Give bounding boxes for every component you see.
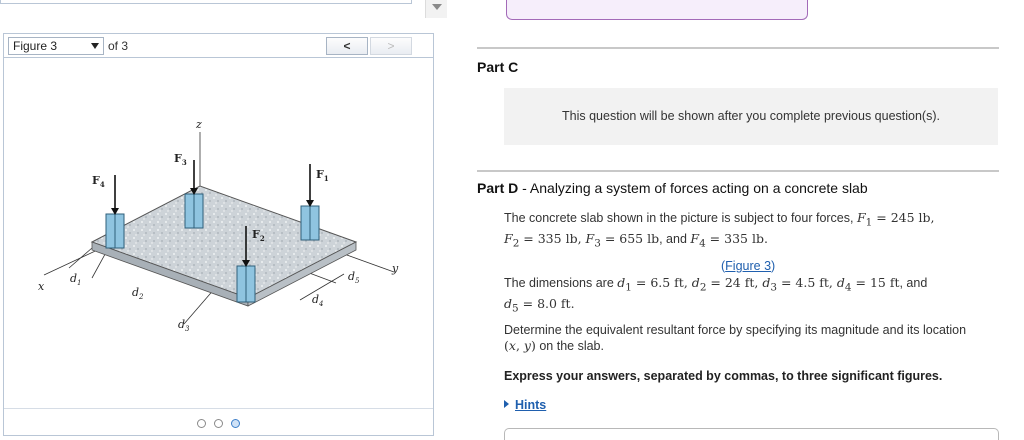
figure-panel-top-edge [0, 0, 412, 4]
f3-label: F3 [174, 152, 187, 167]
chevron-down-icon [432, 4, 442, 10]
slab-top-surface [90, 185, 358, 299]
scrollbar-down-button[interactable] [425, 0, 447, 18]
answer-instruction: Express your answers, separated by comma… [504, 369, 943, 383]
page-dot-2[interactable] [214, 419, 223, 428]
part-c-title: Part C [477, 59, 519, 75]
part-c-divider [477, 47, 999, 49]
figure-panel: Figure 3 of 3 < > z x y F4 F3 F1 F2 d1 d… [3, 33, 434, 436]
f1-label: F1 [316, 168, 329, 183]
figure-toolbar: Figure 3 of 3 < > [4, 34, 433, 58]
part-d-title: Part D - Analyzing a system of forces ac… [477, 180, 868, 196]
y-axis-label: y [391, 262, 399, 275]
dimensions-paragraph: The dimensions are d1 = 6.5 ft, d2 = 24 … [504, 275, 928, 314]
previous-feedback-box [506, 0, 808, 20]
determine-paragraph: Determine the equivalent resultant force… [504, 323, 967, 353]
previous-figure-button[interactable]: < [326, 37, 368, 55]
part-d-divider [477, 170, 999, 172]
figure-pagination [4, 408, 433, 434]
z-axis-label: z [195, 118, 202, 131]
locked-question-box: This question will be shown after you co… [504, 88, 998, 145]
x-axis-label: x [38, 280, 45, 293]
page-dot-3[interactable] [231, 419, 241, 428]
d1-label: d1 [70, 272, 82, 287]
forces-paragraph: The concrete slab shown in the picture i… [504, 210, 935, 249]
caret-down-icon [91, 43, 99, 49]
figure-count-label: of 3 [108, 39, 129, 53]
f4-label: F4 [92, 174, 105, 189]
expand-arrow-icon [504, 400, 509, 408]
locked-question-text: This question will be shown after you co… [562, 109, 940, 123]
d3-label: d3 [178, 318, 190, 333]
page-dot-1[interactable] [196, 419, 206, 428]
figure-select[interactable]: Figure 3 [8, 37, 104, 55]
column-f4 [105, 175, 125, 249]
d4-label: d4 [312, 293, 324, 308]
d2-label: d2 [132, 286, 144, 301]
figure-select-value: Figure 3 [13, 39, 58, 53]
next-figure-button[interactable]: > [370, 37, 412, 55]
figure-link[interactable]: (Figure 3) [721, 259, 775, 273]
answer-input-box[interactable] [504, 428, 999, 440]
d5-label: d5 [348, 270, 360, 285]
hints-toggle[interactable]: Hints [504, 398, 546, 412]
concrete-slab-figure: z x y F4 F3 F1 F2 d1 d2 d3 d4 d5 [38, 118, 399, 333]
